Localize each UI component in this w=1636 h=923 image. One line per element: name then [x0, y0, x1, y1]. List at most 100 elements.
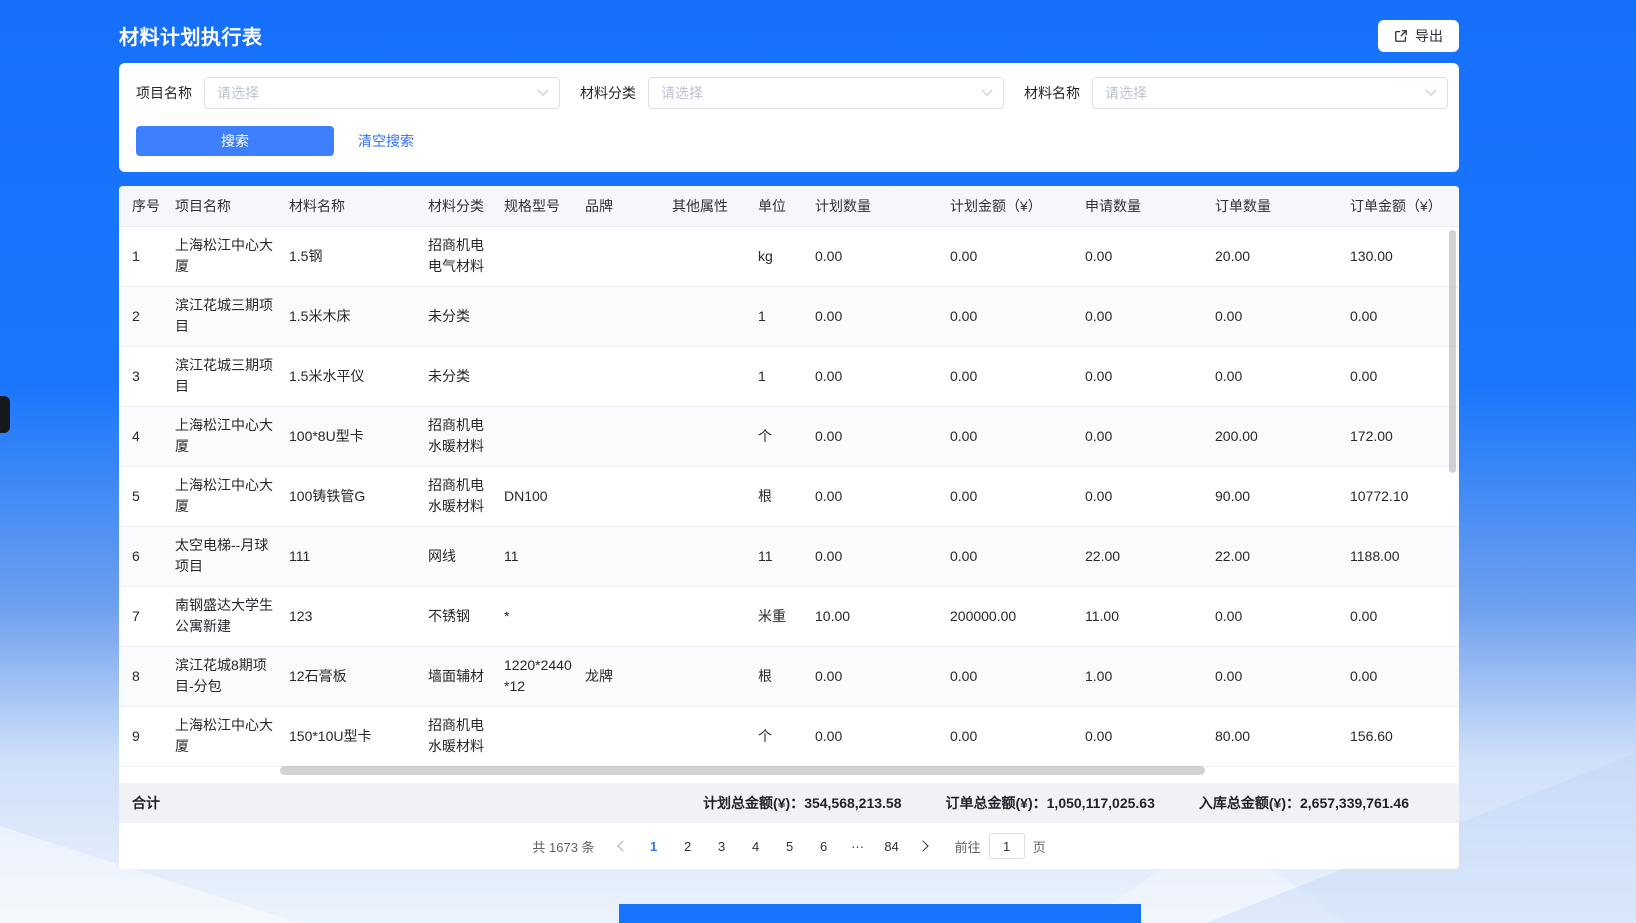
material-name-filter: 材料名称请选择 — [1024, 77, 1448, 109]
clear-search-link[interactable]: 清空搜索 — [358, 131, 414, 151]
table-cell — [672, 466, 758, 526]
filter-actions: 搜索 清空搜索 — [136, 126, 1441, 156]
table-cell: 个 — [758, 706, 815, 766]
table-cell: 0.00 — [1085, 286, 1215, 346]
page-ellipsis[interactable]: ··· — [843, 832, 873, 860]
page-number-4[interactable]: 4 — [741, 832, 771, 860]
column-header: 申请数量 — [1085, 186, 1215, 226]
column-header: 品牌 — [585, 186, 672, 226]
table-cell: kg — [758, 226, 815, 286]
table-cell: 172.00 — [1350, 406, 1459, 466]
table-cell: 0.00 — [1350, 286, 1459, 346]
table-cell — [672, 346, 758, 406]
table-cell: 0.00 — [815, 526, 950, 586]
project-name-label: 项目名称 — [136, 83, 192, 103]
material-category-placeholder: 请选择 — [661, 83, 703, 103]
table-cell: 未分类 — [428, 286, 504, 346]
table-cell — [672, 586, 758, 646]
table-cell: 0.00 — [1085, 706, 1215, 766]
next-page-button[interactable] — [909, 832, 937, 860]
table-cell: 滨江花城8期项目-分包 — [175, 646, 289, 706]
table-cell: 1 — [758, 346, 815, 406]
chevron-right-icon — [917, 840, 928, 851]
table-cell: 100*8U型卡 — [289, 406, 428, 466]
table-cell: 1 — [119, 226, 175, 286]
table-cell: 12石膏板 — [289, 646, 428, 706]
table-cell — [672, 406, 758, 466]
chevron-down-icon — [981, 85, 992, 96]
summary-item-label: 计划总金额(¥)： — [703, 795, 804, 811]
page-number-5[interactable]: 5 — [775, 832, 805, 860]
table-cell: 1188.00 — [1350, 526, 1459, 586]
table-cell: 0.00 — [1085, 226, 1215, 286]
page-number-1[interactable]: 1 — [639, 832, 669, 860]
table-cell: 0.00 — [815, 646, 950, 706]
content-column: 材料计划执行表 导出 项目名称请选择材料分类请选择材料名称请选择 搜索 清空搜索 — [119, 0, 1459, 869]
column-header: 其他属性 — [672, 186, 758, 226]
chevron-down-icon — [1425, 85, 1436, 96]
filter-row: 项目名称请选择材料分类请选择材料名称请选择 — [136, 77, 1441, 109]
goto-page-label: 前往 — [955, 837, 981, 856]
table-cell: 根 — [758, 646, 815, 706]
table-cell: 4 — [119, 406, 175, 466]
drawer-handle[interactable] — [0, 396, 10, 433]
table-row: 9上海松江中心大厦150*10U型卡招商机电水暖材料个0.000.000.008… — [119, 706, 1459, 766]
vertical-scrollbar[interactable] — [1449, 230, 1456, 473]
table-cell: 1220*2440*12 — [504, 646, 585, 706]
prev-page-button[interactable] — [609, 832, 637, 860]
page-number-2[interactable]: 2 — [673, 832, 703, 860]
table-cell: 1.5米水平仪 — [289, 346, 428, 406]
column-header: 计划数量 — [815, 186, 950, 226]
table-cell: 招商机电水暖材料 — [428, 466, 504, 526]
table-cell: 5 — [119, 466, 175, 526]
table-cell — [672, 286, 758, 346]
table-row: 4上海松江中心大厦100*8U型卡招商机电水暖材料个0.000.000.0020… — [119, 406, 1459, 466]
table-cell: 6 — [119, 526, 175, 586]
summary-item-label: 订单总金额(¥)： — [946, 795, 1047, 811]
table-card: 序号项目名称材料名称材料分类规格型号品牌其他属性单位计划数量计划金额（¥）申请数… — [119, 186, 1459, 869]
table-cell: 11 — [504, 526, 585, 586]
column-header: 单位 — [758, 186, 815, 226]
horizontal-scrollbar[interactable] — [280, 766, 1205, 775]
material-name-label: 材料名称 — [1024, 83, 1080, 103]
table-cell: 0.00 — [950, 286, 1085, 346]
table-cell — [585, 226, 672, 286]
table-cell: 156.60 — [1350, 706, 1459, 766]
material-category-select[interactable]: 请选择 — [648, 77, 1004, 109]
project-name-placeholder: 请选择 — [217, 83, 259, 103]
summary-item-value: 354,568,213.58 — [804, 795, 901, 811]
project-name-select[interactable]: 请选择 — [204, 77, 560, 109]
table-cell: 1.5钢 — [289, 226, 428, 286]
search-button[interactable]: 搜索 — [136, 126, 334, 156]
table-cell: 111 — [289, 526, 428, 586]
table-cell: 上海松江中心大厦 — [175, 406, 289, 466]
export-button[interactable]: 导出 — [1378, 20, 1459, 52]
page-title: 材料计划执行表 — [119, 21, 263, 50]
table-cell: 130.00 — [1350, 226, 1459, 286]
table-cell: 龙牌 — [585, 646, 672, 706]
material-name-select[interactable]: 请选择 — [1092, 77, 1448, 109]
table-cell: 0.00 — [815, 226, 950, 286]
page-number-3[interactable]: 3 — [707, 832, 737, 860]
table-cell — [585, 526, 672, 586]
table-cell: 0.00 — [1350, 646, 1459, 706]
goto-page-input[interactable] — [989, 833, 1025, 859]
summary-item: 计划总金额(¥)：354,568,213.58 — [703, 793, 901, 813]
column-header: 序号 — [119, 186, 175, 226]
table-cell: 0.00 — [950, 466, 1085, 526]
page-number-84[interactable]: 84 — [877, 832, 907, 860]
column-header: 规格型号 — [504, 186, 585, 226]
table-cell: 0.00 — [1085, 466, 1215, 526]
table-cell: 9 — [119, 706, 175, 766]
page-number-6[interactable]: 6 — [809, 832, 839, 860]
table-cell — [585, 406, 672, 466]
table-cell: 11.00 — [1085, 586, 1215, 646]
table-cell: 100铸铁管G — [289, 466, 428, 526]
decor-bottom-bar — [619, 904, 1141, 923]
table-cell — [504, 346, 585, 406]
summary-total-label: 合计 — [132, 793, 160, 813]
table-row: 6太空电梯--月球项目111网线11110.000.0022.0022.0011… — [119, 526, 1459, 586]
table-cell: 22.00 — [1085, 526, 1215, 586]
table-cell: 123 — [289, 586, 428, 646]
table-cell: 0.00 — [1350, 586, 1459, 646]
